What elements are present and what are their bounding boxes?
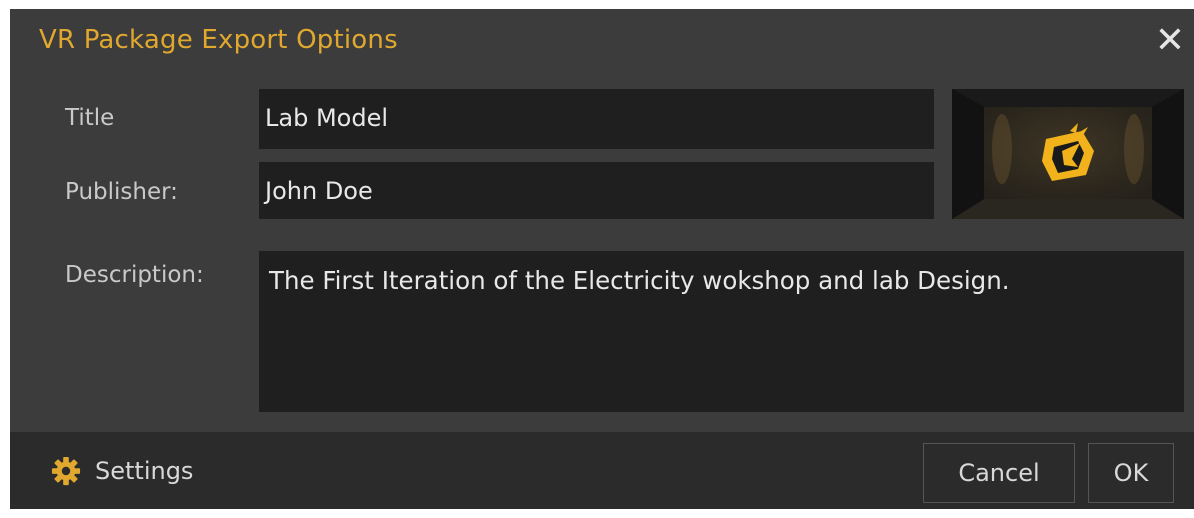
export-options-dialog: VR Package Export Options ✕ Title Lab Mo…	[10, 9, 1194, 509]
settings-label: Settings	[95, 457, 194, 485]
dialog-footer: Settings Cancel OK	[10, 432, 1194, 509]
publisher-input[interactable]: John Doe	[259, 162, 934, 219]
close-icon: ✕	[1154, 20, 1186, 61]
dialog-title: VR Package Export Options	[39, 25, 398, 55]
package-thumbnail[interactable]	[952, 89, 1184, 219]
description-label: Description:	[65, 262, 204, 288]
thumbnail-scene	[952, 89, 1184, 219]
dialog-titlebar: VR Package Export Options ✕	[10, 9, 1194, 77]
title-input[interactable]: Lab Model	[259, 89, 934, 149]
gear-icon	[51, 456, 81, 486]
cancel-button[interactable]: Cancel	[923, 443, 1075, 503]
publisher-label: Publisher:	[65, 179, 178, 205]
description-textarea[interactable]: The First Iteration of the Electricity w…	[259, 251, 1184, 412]
close-button[interactable]: ✕	[1150, 19, 1190, 63]
ok-button[interactable]: OK	[1088, 443, 1174, 503]
title-label: Title	[65, 105, 115, 131]
settings-button[interactable]: Settings	[51, 455, 193, 487]
